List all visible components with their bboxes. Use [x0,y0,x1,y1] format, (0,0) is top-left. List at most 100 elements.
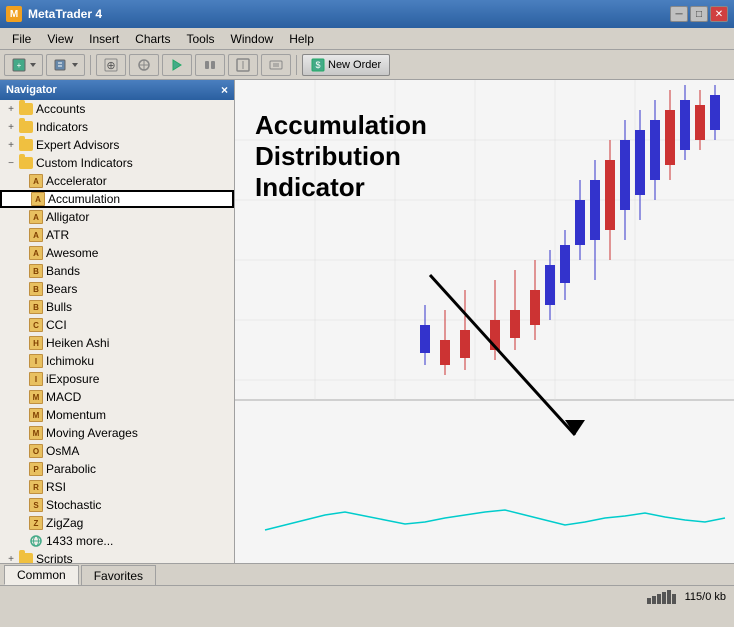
tree-item-iexposure[interactable]: I iExposure [0,370,234,388]
menu-insert[interactable]: Insert [81,30,127,48]
tree-item-parabolic[interactable]: P Parabolic [0,460,234,478]
navigator-close-button[interactable]: × [221,83,228,97]
tree-item-macd[interactable]: M MACD [0,388,234,406]
tree-item-accelerator[interactable]: A Accelerator [0,172,234,190]
menu-file[interactable]: File [4,30,39,48]
indicators-label: Indicators [36,120,88,134]
tree-item-accumulation[interactable]: A Accumulation [0,190,234,208]
tab-common-label: Common [17,568,66,582]
alligator-label: Alligator [46,210,89,224]
atr-label: ATR [46,228,69,242]
tree-item-expert-advisors[interactable]: + Expert Advisors [0,136,234,154]
tab-favorites[interactable]: Favorites [81,565,156,585]
ind-icon-ichimoku: I [28,353,44,369]
title-bar: M MetaTrader 4 ─ □ ✕ [0,0,734,28]
ind-icon-iexposure: I [28,371,44,387]
tree-item-rsi[interactable]: R RSI [0,478,234,496]
menu-window[interactable]: Window [223,30,282,48]
toolbar-sep-1 [90,55,91,75]
osma-label: OsMA [46,444,79,458]
ind-icon-momentum: M [28,407,44,423]
status-bars-icon [647,590,677,604]
toolbar-btn-3[interactable]: ⊕ [96,54,126,76]
new-order-button[interactable]: $ New Order [302,54,390,76]
custom-indicators-label: Custom Indicators [36,156,133,170]
tree-item-bands[interactable]: B Bands [0,262,234,280]
ind-icon-osma: O [28,443,44,459]
tree-item-more[interactable]: 1433 more... [0,532,234,550]
tree-item-scripts[interactable]: + Scripts [0,550,234,563]
tree-item-moving-averages[interactable]: M Moving Averages [0,424,234,442]
tree-item-alligator[interactable]: A Alligator [0,208,234,226]
expand-icon-scripts: + [4,552,18,563]
menu-help[interactable]: Help [281,30,322,48]
ind-icon-ma: M [28,425,44,441]
toolbar-btn-5[interactable] [162,54,192,76]
tree-item-accounts[interactable]: + Accounts [0,100,234,118]
accelerator-label: Accelerator [46,174,107,188]
tree-item-momentum[interactable]: M Momentum [0,406,234,424]
navigator-title: Navigator [6,84,57,96]
navigator-panel: Navigator × + Accounts + Indicators [0,80,235,563]
ind-icon-bears: B [28,281,44,297]
folder-icon-ea [18,137,34,153]
toolbar-btn-7[interactable] [228,54,258,76]
menu-view[interactable]: View [39,30,81,48]
tree-item-heiken-ashi[interactable]: H Heiken Ashi [0,334,234,352]
menu-charts[interactable]: Charts [127,30,178,48]
tree-item-awesome[interactable]: A Awesome [0,244,234,262]
tree-item-bulls[interactable]: B Bulls [0,298,234,316]
ind-icon-bulls: B [28,299,44,315]
tab-bar: Common Favorites [0,563,734,585]
macd-label: MACD [46,390,81,404]
tree-item-zigzag[interactable]: Z ZigZag [0,514,234,532]
tree-item-bears[interactable]: B Bears [0,280,234,298]
navigator-header: Navigator × [0,80,234,100]
chart-annotation: Accumulation Distribution Indicator [255,110,427,204]
ind-icon-rsi: R [28,479,44,495]
toolbar-icon-7 [235,57,251,73]
tree-item-atr[interactable]: A ATR [0,226,234,244]
ind-icon-cci: C [28,317,44,333]
tree-item-stochastic[interactable]: S Stochastic [0,496,234,514]
accounts-label: Accounts [36,102,85,116]
tree-item-ichimoku[interactable]: I Ichimoku [0,352,234,370]
parabolic-label: Parabolic [46,462,96,476]
ind-icon-stochastic: S [28,497,44,513]
cci-label: CCI [46,318,67,332]
navigator-content[interactable]: + Accounts + Indicators + Exp [0,100,234,563]
tree-item-cci[interactable]: C CCI [0,316,234,334]
heiken-label: Heiken Ashi [46,336,109,350]
ind-icon-atr: A [28,227,44,243]
toolbar-icon-2 [53,57,69,73]
toolbar-btn-8[interactable] [261,54,291,76]
tree-item-indicators[interactable]: + Indicators [0,118,234,136]
annotation-line1: Accumulation [255,110,427,141]
expand-icon-indicators: + [4,120,18,134]
tab-common[interactable]: Common [4,565,79,585]
ichimoku-label: Ichimoku [46,354,94,368]
toolbar-btn-2[interactable] [46,54,85,76]
ind-icon-heiken: H [28,335,44,351]
maximize-button[interactable]: □ [690,6,708,22]
toolbar-icon-5 [169,57,185,73]
accumulation-label: Accumulation [48,192,120,206]
tree-item-osma[interactable]: O OsMA [0,442,234,460]
bulls-label: Bulls [46,300,72,314]
toolbar-btn-6[interactable] [195,54,225,76]
tab-favorites-label: Favorites [94,569,143,583]
iexposure-label: iExposure [46,372,99,386]
annotation-line2: Distribution [255,141,427,172]
menu-tools[interactable]: Tools [179,30,223,48]
toolbar-btn-4[interactable] [129,54,159,76]
momentum-label: Momentum [46,408,106,422]
close-button[interactable]: ✕ [710,6,728,22]
app-icon: M [6,6,22,22]
tree-item-custom-indicators[interactable]: − Custom Indicators [0,154,234,172]
toolbar-btn-1[interactable]: + [4,54,43,76]
folder-icon-indicators [18,119,34,135]
folder-icon-scripts [18,551,34,563]
chart-area[interactable]: Accumulation Distribution Indicator [235,80,734,563]
annotation-line3: Indicator [255,172,427,203]
minimize-button[interactable]: ─ [670,6,688,22]
